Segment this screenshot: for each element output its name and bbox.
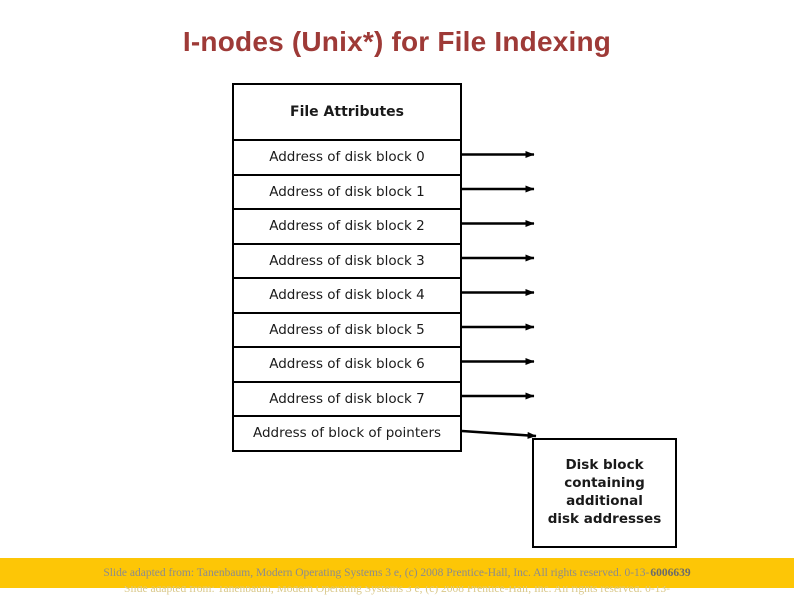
- inode-row-block-of-pointers: Address of block of pointers: [234, 415, 460, 450]
- footer-credit-ghost: Slide adapted from: Tanenbaum, Modern Op…: [0, 586, 794, 595]
- inode-diagram: File Attributes Address of disk block 0 …: [0, 0, 794, 558]
- disk-block-line-3: additional: [566, 493, 643, 509]
- footer-isbn: 6006639: [650, 567, 691, 579]
- inode-row-disk-block-2: Address of disk block 2: [234, 208, 460, 243]
- inode-table: File Attributes Address of disk block 0 …: [232, 83, 462, 452]
- arrow-group: [461, 151, 537, 439]
- inode-row-disk-block-3: Address of disk block 3: [234, 242, 460, 278]
- inode-row-disk-block-0: Address of disk block 0: [234, 139, 460, 174]
- disk-block-box: Disk block containing additional disk ad…: [532, 438, 677, 548]
- disk-block-line-2: containing: [564, 475, 645, 492]
- inode-row-disk-block-5: Address of disk block 5: [234, 311, 460, 347]
- inode-row-disk-block-1: Address of disk block 1: [234, 173, 460, 209]
- inode-row-disk-block-6: Address of disk block 6: [234, 346, 460, 381]
- inode-row-file-attributes: File Attributes: [290, 104, 404, 120]
- footer-credit-ghost-text: Slide adapted from: Tanenbaum, Modern Op…: [123, 586, 671, 595]
- footer-credit-text: Slide adapted from: Tanenbaum, Modern Op…: [103, 567, 650, 579]
- inode-row-disk-block-7: Address of disk block 7: [234, 380, 460, 416]
- footer-credit: Slide adapted from: Tanenbaum, Modern Op…: [0, 558, 794, 588]
- disk-block-line-1: Disk block: [565, 457, 644, 474]
- inode-row-disk-block-4: Address of disk block 4: [234, 277, 460, 312]
- arrow-block-of-pointers: [461, 429, 537, 439]
- disk-block-line-4: disk addresses: [547, 510, 662, 527]
